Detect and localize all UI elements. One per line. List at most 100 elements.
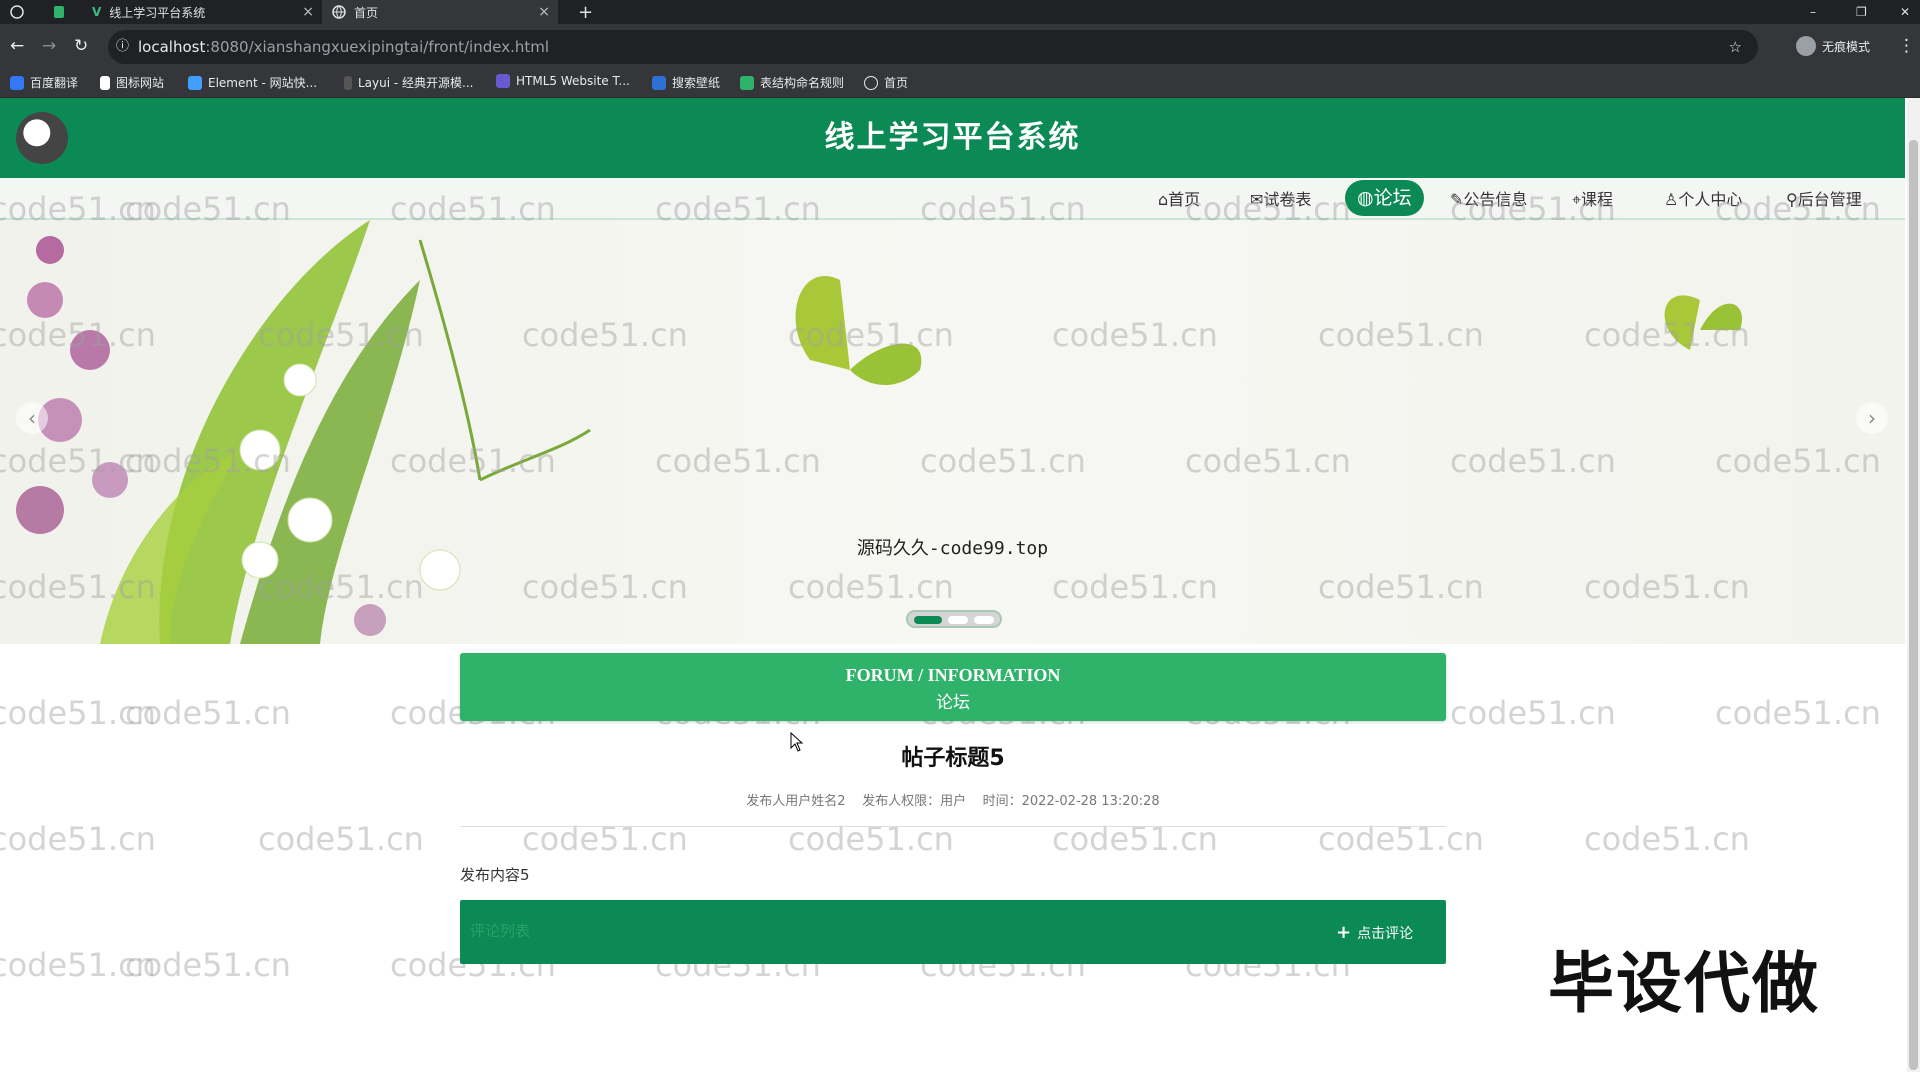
restore-icon[interactable]: ❐ [1846, 0, 1876, 24]
user-icon: ♙ [1664, 190, 1679, 209]
info-icon[interactable]: ⓘ [116, 30, 129, 64]
link-icon: ⚲ [1786, 190, 1798, 209]
browser-tab-2[interactable]: 首页 × [322, 0, 558, 24]
translate-icon [10, 75, 24, 90]
site-title: 线上学习平台系统 [824, 120, 1081, 155]
edit-icon: ✎ [1450, 190, 1464, 209]
new-tab-button[interactable]: + [568, 0, 598, 24]
window-close-icon[interactable]: ✕ [1890, 0, 1920, 24]
section-title-en: FORUM / INFORMATION [845, 665, 1061, 685]
banner-image [16, 220, 1742, 644]
bookmark-item[interactable]: 百度翻译 [10, 74, 78, 91]
nav-item-admin[interactable]: ⚲后台管理 [1786, 188, 1862, 212]
watermark-text: code51.cn [258, 820, 424, 858]
post-content: 发布内容5 [460, 866, 530, 884]
post-title: 帖子标题5 [901, 746, 1005, 771]
table-icon [740, 75, 754, 90]
forward-icon[interactable]: → [42, 36, 56, 56]
top-nav [0, 178, 1905, 220]
tag-icon: ⌖ [1572, 190, 1582, 209]
url-host: localhost [138, 38, 206, 56]
bookmark-item[interactable]: HTML5 Website T... [496, 74, 630, 88]
watermark-text: code51.cn [125, 694, 291, 732]
bookmark-label: Layui - 经典开源模... [358, 76, 474, 90]
carousel-dot[interactable] [914, 616, 942, 624]
carousel-indicators [906, 610, 1002, 628]
carousel-dot[interactable] [974, 616, 994, 624]
star-icon[interactable]: ☆ [1729, 30, 1742, 64]
watermark-text: code51.cn [1715, 694, 1881, 732]
post-meta: 发布人用户姓名2 发布人权限：用户 时间：2022-02-28 13:20:28 [746, 794, 1160, 809]
bookmark-label: 表结构命名规则 [760, 76, 845, 90]
globe-icon: ◍ [1357, 187, 1374, 209]
globe-icon [332, 5, 346, 19]
element-icon [188, 75, 202, 90]
browser-menu-icon[interactable] [0, 0, 36, 24]
add-comment-button[interactable]: + 点击评论 [1336, 922, 1413, 943]
incognito-icon [1796, 36, 1816, 56]
nav-label: 论坛 [1373, 187, 1412, 209]
divider [460, 826, 1446, 827]
carousel-next-button[interactable]: › [1856, 402, 1888, 434]
bookmark-item[interactable]: 图标网站 [100, 74, 164, 91]
close-icon[interactable]: × [538, 4, 550, 20]
watermark-text: code51.cn [1584, 820, 1750, 858]
browser-tab-1[interactable]: V 线上学习平台系统 × [82, 0, 322, 24]
banner-carousel [0, 220, 1905, 644]
browser-tab-bar: V 线上学习平台系统 × 首页 × + – ❐ ✕ [0, 0, 1920, 24]
flag-icon [100, 75, 110, 90]
url-input[interactable]: ⓘ localhost:8080/xianshangxuexipingtai/f… [108, 30, 1758, 64]
nav-label: 公告信息 [1463, 190, 1528, 209]
nav-item-course[interactable]: ⌖课程 [1572, 188, 1613, 212]
mail-icon: ✉ [1250, 190, 1264, 209]
close-icon[interactable]: × [302, 4, 314, 20]
nav-label: 个人中心 [1678, 190, 1743, 209]
bookmark-item[interactable]: Layui - 经典开源模... [344, 74, 473, 91]
watermark-text: code51.cn [0, 946, 156, 984]
nav-item-notice[interactable]: ✎公告信息 [1450, 188, 1527, 212]
nav-item-forum[interactable]: ◍论坛 [1345, 180, 1424, 216]
comment-bar [460, 900, 1446, 964]
bookmark-label: 搜索壁纸 [672, 76, 721, 90]
bookmark-item[interactable]: 表结构命名规则 [740, 74, 844, 91]
pinned-tab[interactable] [44, 0, 74, 24]
bookmark-item[interactable]: 搜索壁纸 [652, 74, 720, 91]
back-icon[interactable]: ← [10, 36, 24, 56]
layui-icon [344, 75, 352, 90]
nav-item-exam[interactable]: ✉试卷表 [1250, 188, 1311, 212]
wallpaper-icon [652, 75, 666, 90]
scrollbar-thumb[interactable] [1909, 140, 1918, 1070]
bookmark-label: HTML5 Website T... [516, 74, 630, 88]
reload-icon[interactable]: ↻ [74, 36, 88, 56]
comment-list-label: 评论列表 [470, 922, 531, 940]
incognito-indicator[interactable]: 无痕模式 [1796, 36, 1870, 56]
nav-label: 首页 [1168, 190, 1201, 209]
incognito-label: 无痕模式 [1822, 39, 1871, 54]
html5-icon [496, 74, 510, 88]
nav-label: 试卷表 [1263, 190, 1312, 209]
bookmark-item[interactable]: Element - 网站快... [188, 74, 317, 91]
home-icon: ⌂ [1158, 190, 1169, 209]
watermark-text: code51.cn [1450, 694, 1616, 732]
carousel-prev-button[interactable]: ‹ [16, 402, 48, 434]
overlay-watermark: 毕设代做 [1548, 945, 1820, 1022]
watermark-text: code51.cn [0, 820, 156, 858]
plus-icon: + [1336, 922, 1352, 943]
carousel-dot[interactable] [948, 616, 968, 624]
nav-item-home[interactable]: ⌂首页 [1158, 188, 1200, 212]
bookmark-item[interactable]: 首页 [864, 74, 908, 91]
bookmark-label: 首页 [884, 76, 909, 90]
more-menu-icon[interactable]: ⋮ [1898, 36, 1915, 56]
section-title-zh: 论坛 [936, 693, 970, 713]
globe-icon [864, 75, 878, 90]
browser-tab-label: 首页 [354, 5, 379, 20]
bookmark-label: Element - 网站快... [208, 76, 318, 90]
bookmark-label: 百度翻译 [30, 76, 79, 90]
mouse-cursor-icon [790, 732, 804, 752]
minimize-icon[interactable]: – [1800, 0, 1830, 24]
watermark-text: code51.cn [125, 946, 291, 984]
nav-item-profile[interactable]: ♙个人中心 [1664, 188, 1742, 212]
nav-label: 后台管理 [1797, 190, 1862, 209]
bookmark-label: 图标网站 [116, 76, 165, 90]
add-comment-label: 点击评论 [1357, 925, 1414, 942]
